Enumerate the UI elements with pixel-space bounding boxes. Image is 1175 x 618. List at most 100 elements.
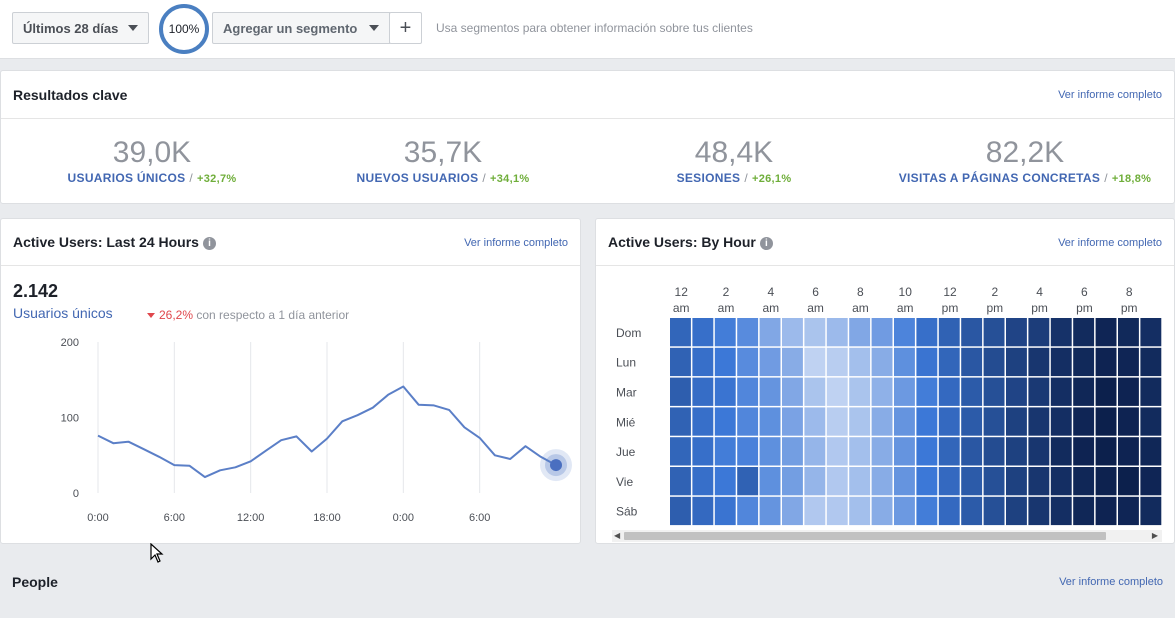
heatmap-cell: [983, 318, 1005, 347]
day-label: Vie: [616, 475, 633, 489]
heatmap-cell: [670, 347, 691, 377]
heatmap-cell: [871, 437, 893, 466]
heatmap-cell: [1050, 496, 1072, 526]
heatmap-cell: [1118, 377, 1139, 406]
heatmap-cell: [1140, 407, 1162, 436]
hour-label: 4: [1036, 285, 1043, 299]
am-pm-label: pm: [942, 301, 959, 315]
heatmap-cell: [826, 347, 848, 377]
metric-page-visits[interactable]: 82,2K VISITAS A PÁGINAS CONCRETAS / +18,8%: [885, 137, 1165, 186]
line-chart: 0:00 6:00 12:00 18:00 0:00 6:00 200 100 0: [61, 337, 572, 524]
heatmap-cell: [826, 437, 848, 466]
heatmap-cell: [916, 496, 938, 526]
heatmap-cell: [1095, 407, 1117, 436]
am-pm-label: am: [673, 301, 690, 315]
metric-unique-users[interactable]: 39,0K USUARIOS ÚNICOS / +32,7%: [12, 137, 292, 186]
sample-percent-indicator[interactable]: 100%: [159, 4, 209, 54]
people-full-report-link[interactable]: Ver informe completo: [1059, 576, 1163, 588]
heatmap-cell: [1095, 347, 1117, 377]
heatmap-cell: [1118, 496, 1139, 526]
key-results-full-report-link[interactable]: Ver informe completo: [1058, 89, 1162, 101]
am-pm-label: am: [762, 301, 779, 315]
heatmap-cell: [782, 437, 803, 466]
metric-separator: /: [1104, 171, 1108, 185]
day-label: Lun: [616, 356, 636, 370]
heatmap-cell: [826, 318, 848, 347]
heatmap-cell: [1140, 467, 1162, 496]
heatmap-cell: [1050, 347, 1072, 377]
heatmap-cell: [1028, 496, 1050, 526]
heatmap-cell: [894, 407, 915, 436]
heatmap-cell: [804, 467, 826, 496]
heatmap-cell: [1118, 347, 1139, 377]
metric-sessions[interactable]: 48,4K SESIONES / +26,1%: [594, 137, 874, 186]
heatmap-cell: [916, 347, 938, 377]
metric-change: +32,7%: [197, 173, 237, 185]
heatmap-cell: [983, 496, 1005, 526]
heatmap-cell: [804, 407, 826, 436]
heatmap-cell: [983, 407, 1005, 436]
heatmap-cell: [1006, 347, 1027, 377]
mouse-cursor-icon: [150, 543, 164, 563]
heatmap-cell: [1118, 407, 1139, 436]
heatmap-cell: [714, 496, 736, 526]
hour-label: 8: [1126, 285, 1133, 299]
heatmap-cell: [714, 318, 736, 347]
heatmap-cell: [759, 437, 781, 466]
metric-change: +34,1%: [490, 173, 530, 185]
heatmap-cell: [983, 347, 1005, 377]
top-toolbar: Últimos 28 días 100% Agregar un segmento…: [0, 0, 1175, 59]
hour-label: 6: [812, 285, 819, 299]
x-tick-label: 12:00: [237, 512, 265, 524]
hour-label: 8: [857, 285, 864, 299]
add-segment-dropdown[interactable]: Agregar un segmento: [212, 12, 390, 44]
add-segment-button[interactable]: +: [389, 12, 422, 44]
heatmap-cell: [938, 407, 960, 436]
hour-label: 2: [723, 285, 730, 299]
heatmap-cell: [782, 407, 803, 436]
heatmap-cell: [1050, 377, 1072, 406]
heatmap-cell: [1118, 437, 1139, 466]
heatmap-cell: [1073, 347, 1095, 377]
scroll-left-icon[interactable]: ◀: [614, 530, 620, 542]
heatmap-cell: [1006, 318, 1027, 347]
heatmap-scrollbar[interactable]: ◀ ▶: [612, 530, 1162, 542]
heatmap-cell: [737, 318, 759, 347]
heatmap-cell: [961, 467, 983, 496]
heatmap-cell: [894, 496, 915, 526]
date-range-dropdown[interactable]: Últimos 28 días: [12, 12, 150, 44]
heatmap-cell: [759, 347, 781, 377]
scroll-right-icon[interactable]: ▶: [1152, 530, 1158, 542]
heatmap-cell: [849, 407, 871, 436]
heatmap-cell: [670, 496, 691, 526]
heatmap-cell: [804, 377, 826, 406]
heatmap-cell: [826, 407, 848, 436]
heatmap-cell: [1140, 496, 1162, 526]
heatmap-cell: [1028, 377, 1050, 406]
heatmap-cell: [804, 437, 826, 466]
hour-label: 12: [675, 285, 689, 299]
heatmap-cell: [1050, 318, 1072, 347]
active-users-by-hour-card: Active Users: By Hour i Ver informe compl…: [595, 218, 1175, 544]
am-pm-label: pm: [1031, 301, 1048, 315]
heatmap-cell: [894, 437, 915, 466]
metric-new-users[interactable]: 35,7K NUEVOS USUARIOS / +34,1%: [303, 137, 583, 186]
heatmap-cell: [1006, 377, 1027, 406]
heatmap-cell: [737, 496, 759, 526]
heatmap-cell: [670, 467, 691, 496]
heatmap-cell: [849, 347, 871, 377]
heatmap-chart: Dom Lun Mar Mié Jue Vie Sáb 12 am 2 am 4 am 6 am 8 am 10 a…: [616, 285, 1162, 526]
heatmap-cell: [1028, 467, 1050, 496]
heatmap-cell: [938, 377, 960, 406]
metric-label: VISITAS A PÁGINAS CONCRETAS: [898, 171, 1101, 185]
am-pm-label: am: [718, 301, 735, 315]
heatmap-cell: [714, 437, 736, 466]
sample-percent-label: 100%: [168, 22, 200, 36]
heatmap-cell: [961, 377, 983, 406]
hour-label: 4: [767, 285, 774, 299]
heatmap-cell: [1006, 407, 1027, 436]
scrollbar-thumb[interactable]: [624, 532, 1106, 540]
x-tick-label: 6:00: [469, 512, 490, 524]
heatmap-cell: [692, 318, 714, 347]
heatmap-cell: [1118, 467, 1139, 496]
